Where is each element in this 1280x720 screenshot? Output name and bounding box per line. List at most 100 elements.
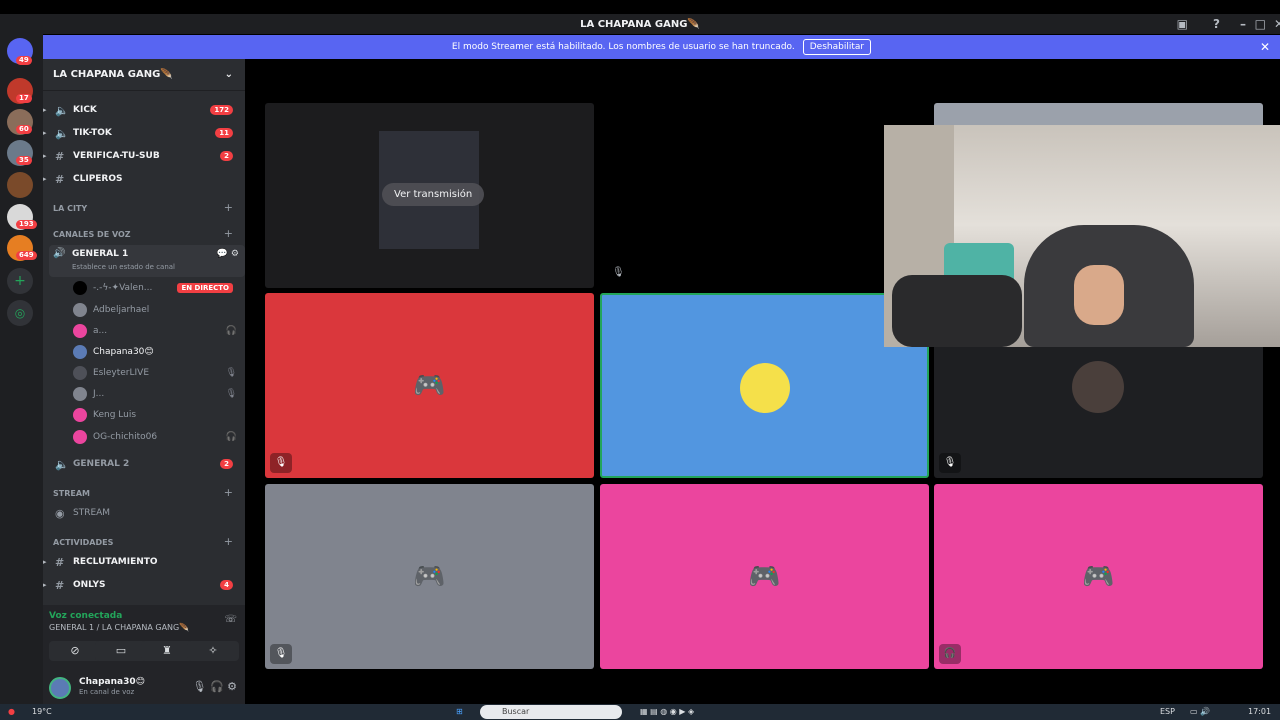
disconnect-icon[interactable]: ☏ xyxy=(224,614,237,625)
deafened-icon: 🎧 xyxy=(939,644,961,664)
user-name[interactable]: Chapana30😊 xyxy=(79,677,145,687)
discord-logo-icon: 🎮 xyxy=(413,370,446,401)
voice-user-name: a... xyxy=(93,326,108,336)
mic-icon: 🎙 xyxy=(612,267,625,278)
stream-preview-tile[interactable]: Ver transmisión xyxy=(265,103,594,288)
hash-icon: # xyxy=(55,149,65,163)
activities-button[interactable]: ♜ xyxy=(141,641,193,661)
add-channel-icon[interactable]: + xyxy=(224,535,233,548)
taskbar-apps[interactable]: ▦ ▤ ◍ ◉ ▶ ◈ xyxy=(640,707,694,716)
category-stream[interactable]: STREAM xyxy=(53,489,90,498)
participant-tile[interactable]: 🎮 🎙 xyxy=(265,484,594,669)
live-badge: EN DIRECTO xyxy=(177,283,233,293)
add-channel-icon[interactable]: + xyxy=(224,486,233,499)
channel-actions-icons[interactable]: 💬 ⚙ xyxy=(217,249,239,259)
voice-user-name: Chapana30😊 xyxy=(93,347,154,357)
voice-channel-general2[interactable]: 🔈 GENERAL 2 2 xyxy=(43,455,245,473)
language[interactable]: ESP xyxy=(1160,707,1175,716)
avatar xyxy=(73,408,87,422)
voice-user[interactable]: Adbeljarhael xyxy=(73,301,243,319)
avatar[interactable] xyxy=(49,677,71,699)
avatar xyxy=(73,387,87,401)
avatar xyxy=(73,430,87,444)
mention-badge: 2 xyxy=(220,151,233,161)
stage-icon: ◉ xyxy=(55,506,65,520)
voice-user[interactable]: J... 🎙 xyxy=(73,385,243,403)
channel-kick[interactable]: ▸ 🔈 KICK 172 xyxy=(43,101,245,119)
voice-user[interactable]: Keng Luis xyxy=(73,406,243,424)
voice-status[interactable]: Voz conectada xyxy=(49,611,122,621)
channel-tiktok[interactable]: ▸ 🔈 TIK-TOK 11 xyxy=(43,124,245,142)
category-actividades[interactable]: ACTIVIDADES xyxy=(53,538,113,547)
weather-text[interactable]: 19°C xyxy=(32,707,52,716)
channel-label: VERIFICA-TU-SUB xyxy=(73,151,160,161)
participant-tile[interactable]: 🎮 🎧 xyxy=(934,484,1263,669)
stage-channel-stream[interactable]: ◉ STREAM xyxy=(43,504,245,522)
taskbar-search[interactable]: Buscar xyxy=(480,705,622,719)
user-status: En canal de voz xyxy=(79,688,135,696)
share-screen-button[interactable]: ▭ xyxy=(95,641,147,661)
avatar xyxy=(73,345,87,359)
collapse-arrow-icon: ▸ xyxy=(43,106,47,114)
discover-icon[interactable]: ◎ xyxy=(7,300,33,326)
channel-onlys[interactable]: ▸ # ONLYS 4 xyxy=(43,576,245,594)
guild-badge: 17 xyxy=(16,94,32,103)
add-channel-icon[interactable]: + xyxy=(224,227,233,240)
discord-logo-icon: 🎮 xyxy=(413,561,446,592)
chevron-down-icon: ⌄ xyxy=(224,69,233,80)
screen-top-strip xyxy=(0,0,1280,14)
channel-status[interactable]: Establece un estado de canal xyxy=(72,263,175,271)
voice-channel-name: GENERAL 1 xyxy=(72,249,129,259)
maximize-icon[interactable]: □ xyxy=(1255,17,1266,31)
deafened-icon: 🎧 xyxy=(225,326,237,336)
guild-badge: 60 xyxy=(16,125,32,134)
add-server-icon[interactable]: + xyxy=(7,268,33,294)
system-tray-icons[interactable]: ▭ 🔊 xyxy=(1190,707,1210,716)
clock[interactable]: 17:01 xyxy=(1248,707,1271,716)
avatar xyxy=(73,281,87,295)
voice-user[interactable]: a... 🎧 xyxy=(73,322,243,340)
close-banner-icon[interactable]: ✕ xyxy=(1260,40,1270,54)
camera-button[interactable]: ⊘ xyxy=(49,641,101,661)
channel-verifica[interactable]: ▸ # VERIFICA-TU-SUB 2 xyxy=(43,147,245,165)
guild-badge: 35 xyxy=(16,156,32,165)
participant-tile[interactable] xyxy=(600,293,929,478)
face xyxy=(1074,265,1124,325)
server-icon[interactable] xyxy=(7,172,33,198)
mention-badge: 11 xyxy=(215,128,233,138)
voice-channel-path[interactable]: GENERAL 1 / LA CHAPANA GANG🪶 xyxy=(49,623,189,632)
category-la-city[interactable]: LA CITY xyxy=(53,204,87,213)
add-channel-icon[interactable]: + xyxy=(224,201,233,214)
inbox-icon[interactable]: ▣ xyxy=(1177,17,1188,31)
window-titlebar: LA CHAPANA GANG🪶 ▣ ? – □ ✕ xyxy=(0,14,1280,34)
voice-channel-general1[interactable]: 🔊 GENERAL 1 Establece un estado de canal… xyxy=(49,245,245,277)
voice-user[interactable]: -.-ϟ-✦Valen... EN DIRECTO xyxy=(73,279,243,297)
avatar xyxy=(73,366,87,380)
hash-icon: # xyxy=(55,172,65,186)
voice-user[interactable]: OG-chichito06 🎧 xyxy=(73,428,243,446)
soundboard-button[interactable]: ✧ xyxy=(187,641,239,661)
voice-user[interactable]: Chapana30😊 xyxy=(73,343,243,361)
speaking-icon: 🎙 xyxy=(270,453,292,473)
muted-icon: 🎙 xyxy=(225,389,237,399)
disable-streamer-button[interactable]: Deshabilitar xyxy=(802,39,872,55)
guild-badge: 649 xyxy=(16,251,37,260)
collapse-arrow-icon: ▸ xyxy=(43,558,47,566)
channel-clipperos[interactable]: ▸ # CLIPEROS xyxy=(43,170,245,188)
mention-badge: 4 xyxy=(220,580,233,590)
start-icon[interactable]: ⊞ xyxy=(456,707,463,716)
participant-tile[interactable]: 🎮 🎙 xyxy=(265,293,594,478)
participant-tile[interactable]: 🎮 xyxy=(600,484,929,669)
channel-reclutamiento[interactable]: ▸ # RECLUTAMIENTO xyxy=(43,553,245,571)
user-controls-icons[interactable]: 🎙 🎧 ⚙ xyxy=(192,680,237,693)
voice-user-name: J... xyxy=(93,389,105,399)
minimize-icon[interactable]: – xyxy=(1240,17,1246,31)
close-window-icon[interactable]: ✕ xyxy=(1274,17,1280,31)
server-header[interactable]: LA CHAPANA GANG🪶 ⌄ xyxy=(43,59,245,91)
watch-stream-button[interactable]: Ver transmisión xyxy=(382,183,485,206)
help-icon[interactable]: ? xyxy=(1213,17,1220,31)
window-title: LA CHAPANA GANG🪶 xyxy=(580,18,700,30)
voice-user[interactable]: EsleyterLIVE 🎙 xyxy=(73,364,243,382)
category-voice[interactable]: CANALES DE VOZ xyxy=(53,230,131,239)
empty-tile: 🎙 xyxy=(600,103,929,288)
